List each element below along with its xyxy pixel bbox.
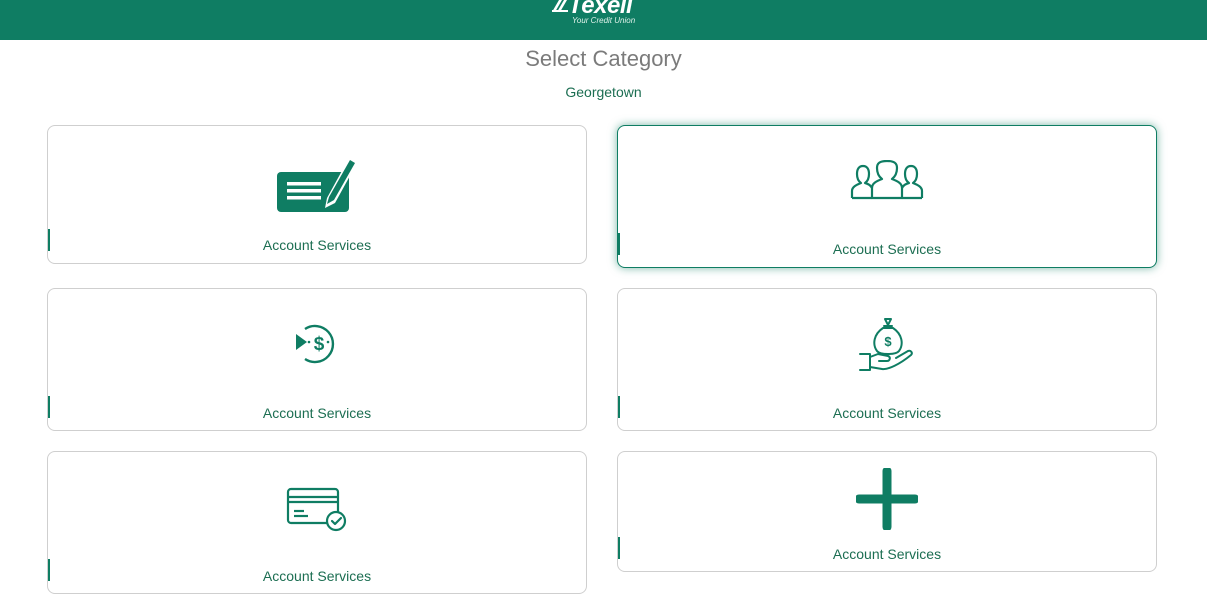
texell-logo: Texell Your Credit Union bbox=[548, 0, 658, 30]
category-card-4[interactable]: $ Account Services bbox=[617, 288, 1157, 431]
category-card-6[interactable]: Account Services bbox=[617, 451, 1157, 572]
page-title: Select Category bbox=[525, 46, 682, 71]
category-card-1[interactable]: Account Services bbox=[47, 125, 587, 264]
category-card-3[interactable]: $ Account Services bbox=[47, 288, 587, 431]
plus-icon bbox=[856, 468, 918, 530]
svg-text:$: $ bbox=[314, 334, 325, 355]
category-label: Account Services bbox=[832, 241, 942, 257]
money-bag-hand-icon: $ bbox=[859, 318, 913, 371]
credit-card-check-icon bbox=[286, 487, 347, 532]
dollar-exchange-icon: $ bbox=[296, 324, 335, 364]
location-label: Georgetown bbox=[565, 84, 642, 100]
category-label: Account Services bbox=[832, 546, 942, 562]
check-writing-icon bbox=[277, 158, 357, 212]
people-group-icon bbox=[850, 160, 924, 200]
category-label: Account Services bbox=[262, 237, 372, 253]
category-label: Account Services bbox=[262, 405, 372, 421]
category-label: Account Services bbox=[262, 568, 372, 584]
category-card-2[interactable]: Account Services bbox=[617, 125, 1157, 268]
logo-mark-icon bbox=[552, 0, 568, 12]
category-card-5[interactable]: Account Services bbox=[47, 451, 587, 594]
category-label: Account Services bbox=[832, 405, 942, 421]
top-header-bar: Texell Your Credit Union bbox=[0, 0, 1207, 40]
logo-tagline: Your Credit Union bbox=[572, 16, 636, 25]
svg-text:$: $ bbox=[884, 334, 892, 349]
